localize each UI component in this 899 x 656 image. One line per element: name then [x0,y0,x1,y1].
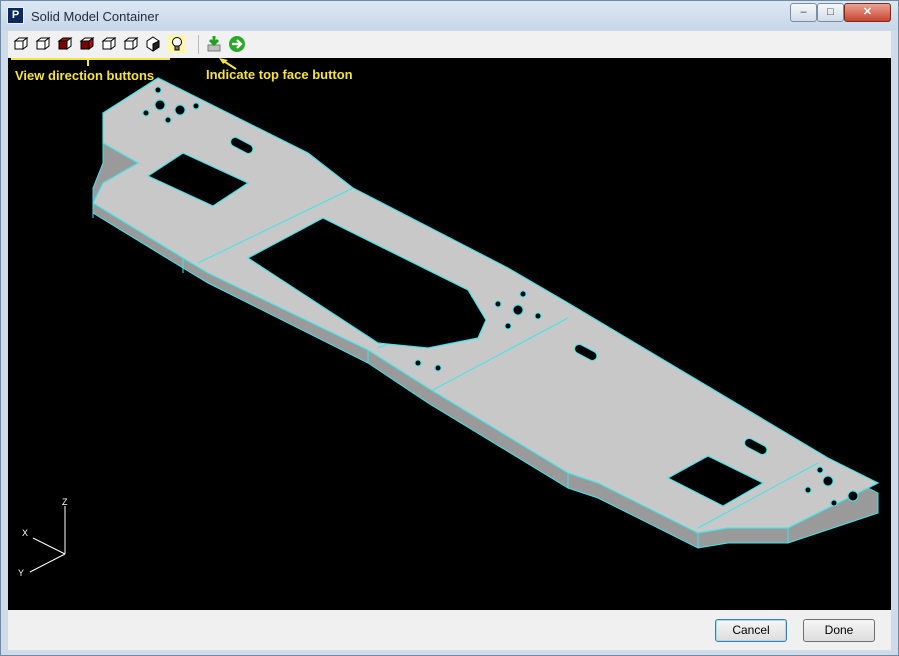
view-front-icon[interactable] [12,35,30,53]
view-bottom-icon[interactable] [78,35,96,53]
solid-model-window: P Solid Model Container – □ ✕ Z X Y View… [0,0,899,656]
close-button[interactable]: ✕ [844,3,891,22]
view-direction-annotation: View direction buttons [15,68,155,83]
app-icon: P [7,7,24,24]
maximize-button[interactable]: □ [817,3,844,22]
axis-y-label: Y [18,568,24,578]
window-title: Solid Model Container [31,9,159,24]
top-face-annotation: Indicate top face button [206,67,353,82]
axis-z-label: Z [62,497,68,507]
model-viewport[interactable]: Z X Y View direction buttons Indicate to… [8,58,891,610]
toolbar-separator [198,35,199,54]
indicate-top-face-icon[interactable] [205,35,223,53]
toolbar [8,31,891,59]
view-left-icon[interactable] [100,35,118,53]
minimize-button[interactable]: – [790,3,817,22]
view-top-icon[interactable] [56,35,74,53]
view-isometric-icon[interactable] [144,35,162,53]
axis-x-label: X [22,528,28,538]
title-bar[interactable]: P Solid Model Container – □ ✕ [1,1,898,30]
button-bar: Cancel Done [8,610,891,650]
go-arrow-icon[interactable] [228,35,246,53]
view-right-icon[interactable] [122,35,140,53]
done-button[interactable]: Done [803,619,875,642]
axis-triad [29,506,66,573]
solid-model-drawing: Z X Y [11,58,880,578]
view-back-icon[interactable] [34,35,52,53]
cancel-button[interactable]: Cancel [715,619,787,642]
lightbulb-icon[interactable] [168,35,186,53]
